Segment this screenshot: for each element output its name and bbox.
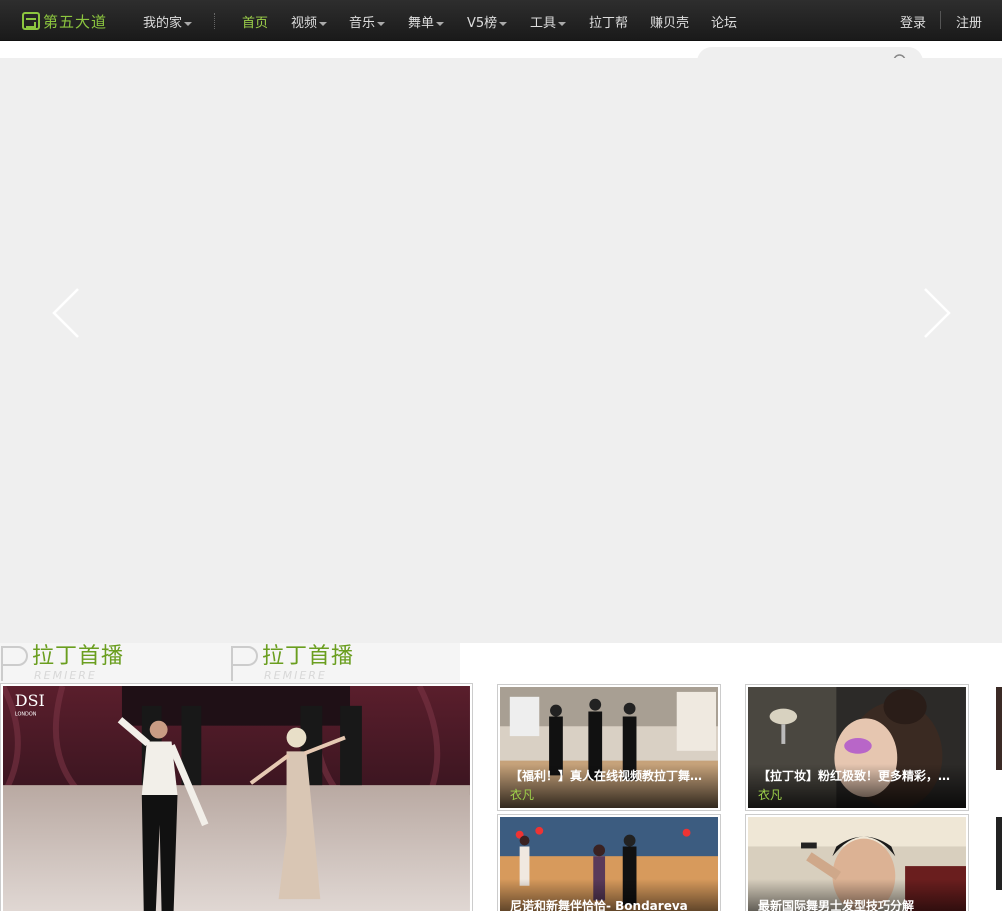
video-card[interactable]: 最新国际舞男士发型技巧分解 bbox=[746, 815, 968, 911]
nav-item-label: V5榜 bbox=[467, 16, 498, 31]
video-title[interactable]: 【拉丁妆】粉红极致！更多精彩，关... bbox=[758, 767, 960, 784]
nav-divider bbox=[940, 11, 941, 29]
nav-item-music[interactable]: 音乐 bbox=[349, 12, 386, 31]
watermark-subtext: LONDON bbox=[15, 712, 37, 718]
video-title[interactable]: 尼诺和新舞伴恰恰- Bondareva bbox=[510, 897, 712, 911]
premiere-p-icon bbox=[231, 646, 258, 681]
section-title-text: 拉丁首播 bbox=[32, 644, 125, 669]
nav-item-label: 首页 bbox=[242, 16, 269, 31]
banner-carousel bbox=[0, 58, 1002, 643]
video-card-partial[interactable] bbox=[994, 685, 1002, 810]
section-subtitle: REMIERE bbox=[264, 669, 327, 682]
chevron-right-icon[interactable] bbox=[922, 287, 952, 339]
nav-item-earn-shells[interactable]: 赚贝壳 bbox=[650, 12, 689, 31]
site-logo[interactable]: 第五大道 bbox=[22, 11, 107, 31]
logo-icon bbox=[22, 12, 40, 30]
caret-down-icon bbox=[499, 21, 508, 26]
nav-item-latin-group[interactable]: 拉丁帮 bbox=[589, 12, 628, 31]
section-title-text: 拉丁首播 bbox=[262, 644, 355, 669]
video-thumbnail: DSI LONDON bbox=[3, 686, 470, 911]
video-title[interactable]: 【福利！】真人在线视频教拉丁舞！... bbox=[510, 767, 712, 784]
caret-down-icon bbox=[377, 21, 386, 26]
nav-item-label: 视频 bbox=[291, 16, 318, 31]
nav-item-video[interactable]: 视频 bbox=[291, 12, 328, 31]
video-thumbnail bbox=[996, 817, 1002, 891]
nav-item-playlist[interactable]: 舞单 bbox=[408, 12, 445, 31]
nav-item-label: 舞单 bbox=[408, 16, 435, 31]
premiere-p-icon bbox=[1, 646, 28, 681]
nav-item-forum[interactable]: 论坛 bbox=[711, 12, 737, 31]
featured-video-card[interactable]: DSI LONDON bbox=[1, 684, 472, 911]
video-card[interactable]: 尼诺和新舞伴恰恰- Bondareva bbox=[498, 815, 720, 911]
watermark-text: DSI bbox=[15, 691, 45, 710]
video-author[interactable]: 衣凡 bbox=[758, 786, 782, 803]
nav-item-label: 论坛 bbox=[711, 16, 738, 31]
video-card[interactable]: 【拉丁妆】粉红极致！更多精彩，关... 衣凡 bbox=[746, 685, 968, 810]
register-link[interactable]: 注册 bbox=[956, 12, 982, 31]
section-title-premiere: 拉丁首播 REMIERE bbox=[0, 643, 230, 683]
nav-item-tools[interactable]: 工具 bbox=[530, 12, 567, 31]
caret-down-icon bbox=[436, 21, 445, 26]
video-thumbnail bbox=[996, 687, 1002, 771]
section-title-premiere: 拉丁首播 REMIERE bbox=[230, 643, 460, 683]
nav-my-home-label: 我的家 bbox=[143, 16, 183, 31]
nav-item-label: 拉丁帮 bbox=[589, 16, 629, 31]
nav-divider bbox=[214, 13, 215, 29]
nav-item-label: 工具 bbox=[530, 16, 557, 31]
section-subtitle: REMIERE bbox=[34, 669, 97, 682]
login-label: 登录 bbox=[900, 16, 927, 31]
logo-text: 第五大道 bbox=[43, 12, 108, 31]
caret-down-icon bbox=[558, 21, 567, 26]
login-link[interactable]: 登录 bbox=[900, 12, 926, 31]
chevron-left-icon[interactable] bbox=[51, 287, 81, 339]
register-label: 注册 bbox=[956, 16, 983, 31]
video-card[interactable]: 【福利！】真人在线视频教拉丁舞！... 衣凡 bbox=[498, 685, 720, 810]
nav-my-home[interactable]: 我的家 bbox=[143, 12, 193, 31]
caret-down-icon bbox=[184, 21, 193, 26]
nav-item-home[interactable]: 首页 bbox=[242, 12, 268, 31]
video-author[interactable]: 衣凡 bbox=[510, 786, 534, 803]
top-nav-bar: 第五大道 我的家 首页 视频 音乐 舞单 V5榜 工具 拉丁帮 赚贝壳 论坛 登… bbox=[0, 0, 1002, 41]
video-title[interactable]: 最新国际舞男士发型技巧分解 bbox=[758, 897, 960, 911]
nav-item-label: 音乐 bbox=[349, 16, 376, 31]
video-card-partial[interactable] bbox=[994, 815, 1002, 911]
caret-down-icon bbox=[319, 21, 328, 26]
nav-item-v5-chart[interactable]: V5榜 bbox=[467, 12, 508, 31]
nav-item-label: 赚贝壳 bbox=[650, 16, 690, 31]
